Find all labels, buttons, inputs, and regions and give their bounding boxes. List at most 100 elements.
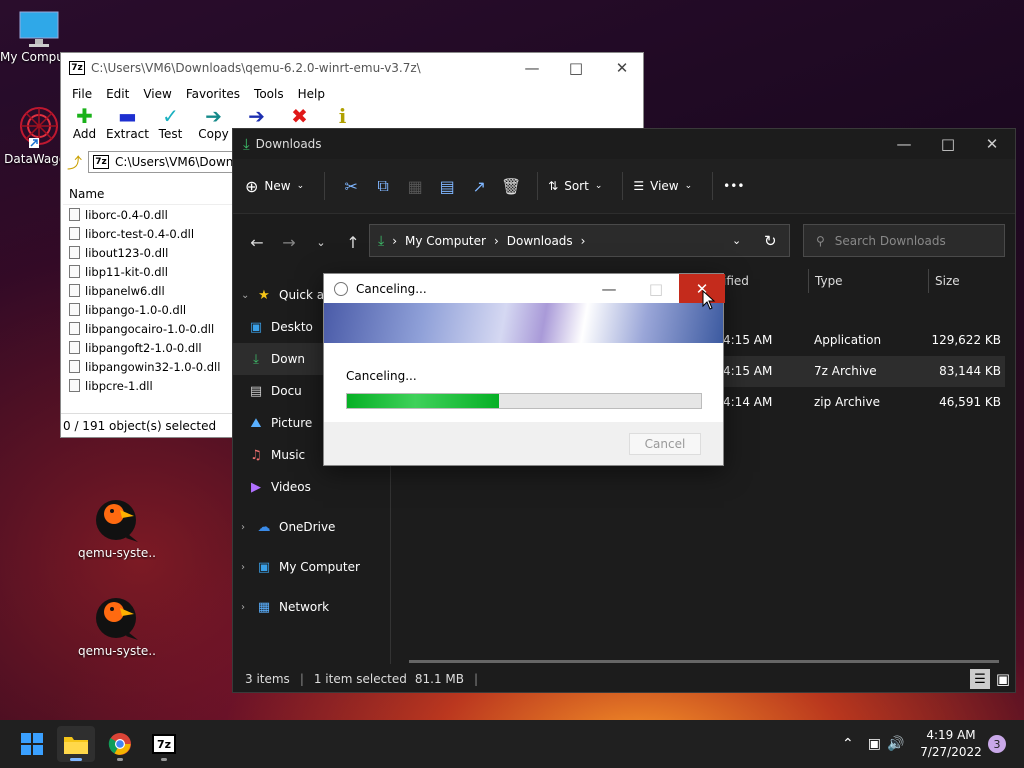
delete-button[interactable]: ✖ (278, 104, 321, 128)
sort-label: Sort (564, 179, 589, 193)
file-name: liborc-test-0.4-0.dll (85, 226, 195, 241)
notification-badge[interactable]: 3 (988, 735, 1006, 753)
document-icon: ▤ (249, 383, 263, 399)
list-item[interactable]: libpango-1.0-0.dll (63, 300, 233, 319)
taskbar-chrome[interactable] (101, 726, 139, 762)
breadcrumb-my-computer[interactable]: My Computer (405, 234, 486, 248)
chevron-down-icon: ⌄ (684, 181, 693, 191)
move-button[interactable]: ➔ (235, 104, 278, 128)
refresh-icon[interactable]: ↻ (764, 232, 777, 250)
copy-button[interactable]: ➔ Copy (192, 104, 235, 141)
maximize-button[interactable]: □ (633, 274, 679, 303)
breadcrumb-chevron-icon: › (493, 233, 499, 248)
paste-icon[interactable]: ▦ (399, 170, 431, 202)
move-arrow-icon: ➔ (248, 104, 265, 128)
column-type[interactable]: Type (808, 269, 928, 293)
separator (324, 172, 326, 200)
status-divider: | (299, 672, 304, 686)
start-button[interactable] (13, 726, 51, 762)
up-folder-icon[interactable]: ⤴ (67, 152, 82, 173)
add-button[interactable]: ✚ Add (63, 104, 106, 141)
list-item[interactable]: liborc-0.4-0.dll (63, 205, 233, 224)
minimize-button[interactable]: — (586, 274, 632, 303)
list-item[interactable]: libpangoft2-1.0-0.dll (63, 338, 233, 357)
arrow-right-icon: ➔ (205, 104, 222, 128)
sevenzip-file-list[interactable]: Name liborc-0.4-0.dll liborc-test-0.4-0.d… (63, 183, 233, 411)
view-button[interactable]: ☰ View ⌄ (633, 179, 692, 193)
more-button[interactable]: ••• (723, 179, 744, 193)
new-button[interactable]: ⊕ New ⌄ (245, 177, 304, 196)
qemu-icon (96, 598, 138, 640)
sort-button[interactable]: ⇅ Sort ⌄ (548, 179, 602, 193)
maximize-button[interactable]: □ (553, 53, 599, 83)
taskbar-7zip[interactable]: 7z (145, 726, 183, 762)
close-button[interactable]: ✕ (599, 53, 645, 83)
rename-icon[interactable]: ▤ (431, 170, 463, 202)
system-tray: ⌃ ▣ 🔊 (842, 720, 904, 768)
details-view-icon[interactable]: ☰ (970, 669, 990, 689)
running-indicator (161, 758, 167, 761)
taskbar-file-explorer[interactable] (57, 726, 95, 762)
separator (712, 172, 714, 200)
search-placeholder: Search Downloads (834, 233, 946, 248)
cut-icon[interactable]: ✂ (335, 170, 367, 202)
pictures-icon: ⛰ (250, 415, 262, 431)
column-name[interactable]: Name (63, 183, 233, 205)
back-arrow-icon[interactable]: ← (241, 233, 273, 252)
list-item[interactable]: libpangowin32-1.0-0.dll (63, 357, 233, 376)
list-item[interactable]: libpcre-1.dll (63, 376, 233, 395)
test-button[interactable]: ✓ Test (149, 104, 192, 141)
sidebar-item-network[interactable]: › ▦ Network (233, 591, 390, 623)
horizontal-scrollbar[interactable] (409, 660, 999, 663)
sidebar-item-onedrive[interactable]: › ☁ OneDrive (233, 511, 390, 543)
list-item[interactable]: liborc-test-0.4-0.dll (63, 224, 233, 243)
tiles-view-icon[interactable]: ▣ (993, 669, 1013, 689)
minimize-button[interactable]: — (509, 53, 555, 83)
up-arrow-icon[interactable]: ↑ (337, 233, 369, 252)
menu-tools[interactable]: Tools (247, 87, 291, 101)
sevenzip-badge-icon: 7z (152, 734, 176, 754)
menu-favorites[interactable]: Favorites (179, 87, 247, 101)
dialog-title: Canceling... (356, 281, 427, 296)
menu-edit[interactable]: Edit (99, 87, 136, 101)
list-item[interactable]: libpanelw6.dll (63, 281, 233, 300)
address-dropdown-icon[interactable]: ⌄ (732, 234, 741, 247)
chevron-up-icon[interactable]: ⌃ (842, 736, 854, 752)
sevenzip-title: C:\Users\VM6\Downloads\qemu-6.2.0-winrt-… (91, 61, 421, 75)
menu-file[interactable]: File (65, 87, 99, 101)
dll-file-icon (69, 208, 80, 221)
close-button[interactable]: ✕ (969, 129, 1015, 159)
dialog-message: Canceling... (346, 369, 417, 383)
cancel-button[interactable]: Cancel (629, 433, 701, 455)
desktop-icon-qemu-2[interactable]: qemu-syste... (78, 594, 156, 658)
file-size: 83,144 KB (939, 364, 1001, 378)
copy-icon[interactable]: ⧉ (367, 170, 399, 202)
minimize-button[interactable]: — (881, 129, 927, 159)
list-item[interactable]: libp11-kit-0.dll (63, 262, 233, 281)
breadcrumb-downloads[interactable]: Downloads (507, 234, 573, 248)
list-item[interactable]: libout123-0.dll (63, 243, 233, 262)
list-item[interactable]: libpangocairo-1.0-0.dll (63, 319, 233, 338)
extract-button[interactable]: ▬ Extract (106, 104, 149, 141)
volume-icon[interactable]: 🔊 (887, 736, 904, 752)
sidebar-item-my-computer[interactable]: › ▣ My Computer (233, 551, 390, 583)
column-size[interactable]: Size (928, 269, 1008, 293)
info-button[interactable]: i (321, 104, 364, 128)
column-modified[interactable]: ified (717, 269, 807, 293)
clock[interactable]: 4:19 AM 7/27/2022 (918, 727, 984, 761)
sidebar-item-videos[interactable]: ▶ Videos (233, 471, 390, 503)
desktop-icon-qemu-1[interactable]: qemu-syste... (78, 496, 156, 560)
recent-chevron-icon[interactable]: ⌄ (305, 236, 337, 249)
maximize-button[interactable]: □ (925, 129, 971, 159)
menu-help[interactable]: Help (291, 87, 332, 101)
forward-arrow-icon[interactable]: → (273, 233, 305, 252)
canceling-dialog[interactable]: Canceling... — □ ✕ Canceling... Cancel (323, 273, 725, 466)
breadcrumb[interactable]: ⤓ › My Computer › Downloads › ⌄ ↻ (369, 224, 790, 257)
explorer-status-bar: 3 items | 1 item selected 81.1 MB | ☰ ▣ (233, 666, 1015, 692)
network-monitor-icon[interactable]: ▣ (868, 736, 881, 752)
file-size: 129,622 KB (931, 333, 1001, 347)
delete-icon[interactable]: 🗑 (495, 170, 527, 202)
menu-view[interactable]: View (136, 87, 178, 101)
share-icon[interactable]: ↗ (463, 170, 495, 202)
search-input[interactable]: ⚲ Search Downloads (803, 224, 1005, 257)
